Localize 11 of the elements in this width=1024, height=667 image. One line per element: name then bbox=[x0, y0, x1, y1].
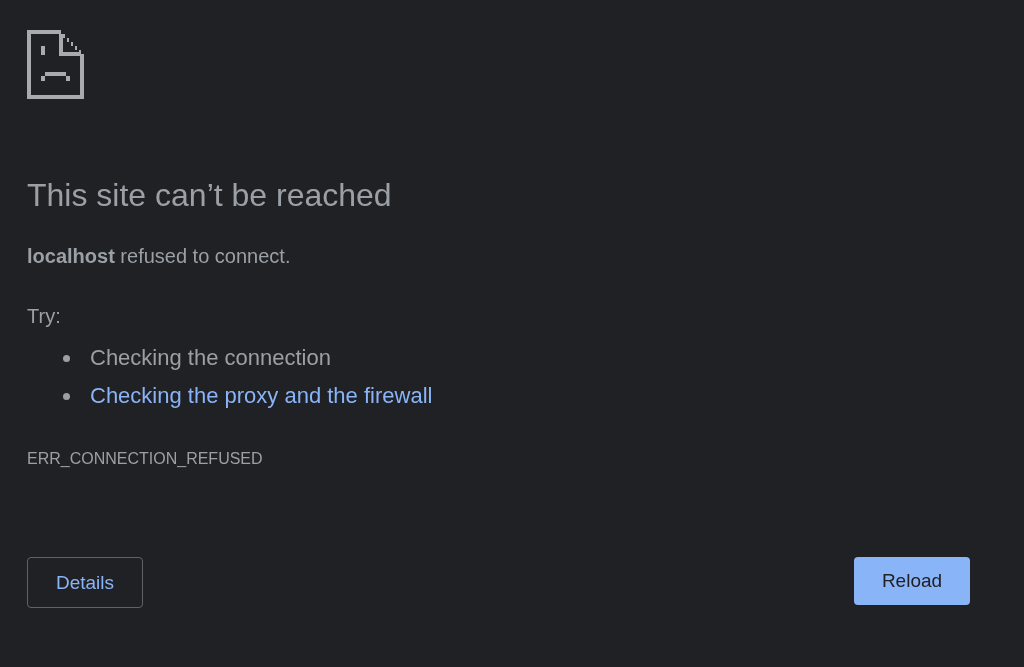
error-heading: This site can’t be reached bbox=[27, 176, 392, 215]
suggestion-link[interactable]: Checking the proxy and the firewall bbox=[90, 383, 433, 409]
reload-button[interactable]: Reload bbox=[854, 557, 970, 605]
bullet-icon bbox=[63, 354, 70, 362]
sad-page-icon bbox=[27, 30, 84, 99]
try-label: Try: bbox=[27, 304, 61, 329]
suggestion-text: Checking the connection bbox=[90, 345, 331, 371]
bullet-icon bbox=[63, 392, 70, 400]
details-button[interactable]: Details bbox=[27, 557, 143, 608]
error-description: localhost refused to connect. bbox=[27, 244, 291, 269]
error-code: ERR_CONNECTION_REFUSED bbox=[27, 449, 263, 469]
